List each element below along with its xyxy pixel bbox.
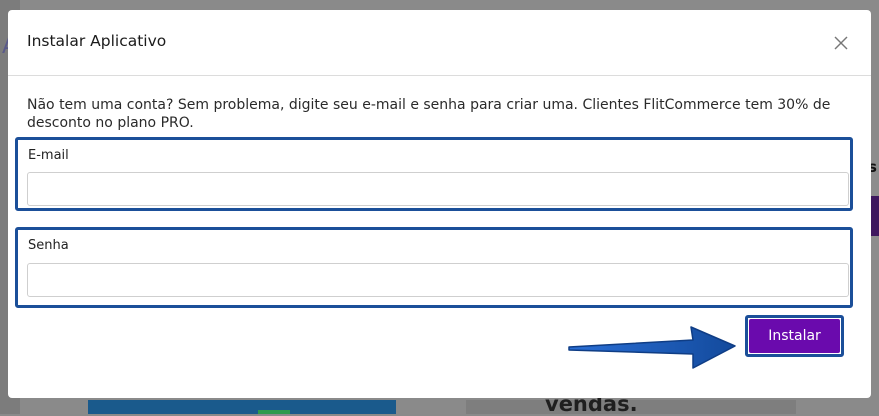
modal-description: Não tem uma conta? Sem problema, digite … (27, 97, 831, 131)
email-field[interactable] (27, 172, 849, 206)
password-field-group: Senha (15, 227, 853, 308)
password-label: Senha (28, 238, 69, 253)
modal-header: Instalar Aplicativo (8, 10, 871, 76)
close-icon (834, 36, 848, 50)
modal-title: Instalar Aplicativo (27, 32, 167, 50)
email-field-group: E-mail (15, 137, 853, 211)
install-button[interactable]: Instalar (749, 319, 840, 353)
close-button[interactable] (828, 30, 854, 56)
background-badge (258, 410, 290, 414)
background-image-left (88, 400, 396, 414)
arrow-right-icon (568, 326, 736, 369)
install-app-modal: Instalar Aplicativo Não tem uma conta? S… (8, 10, 871, 398)
email-label: E-mail (28, 148, 69, 163)
password-field[interactable] (27, 263, 849, 297)
